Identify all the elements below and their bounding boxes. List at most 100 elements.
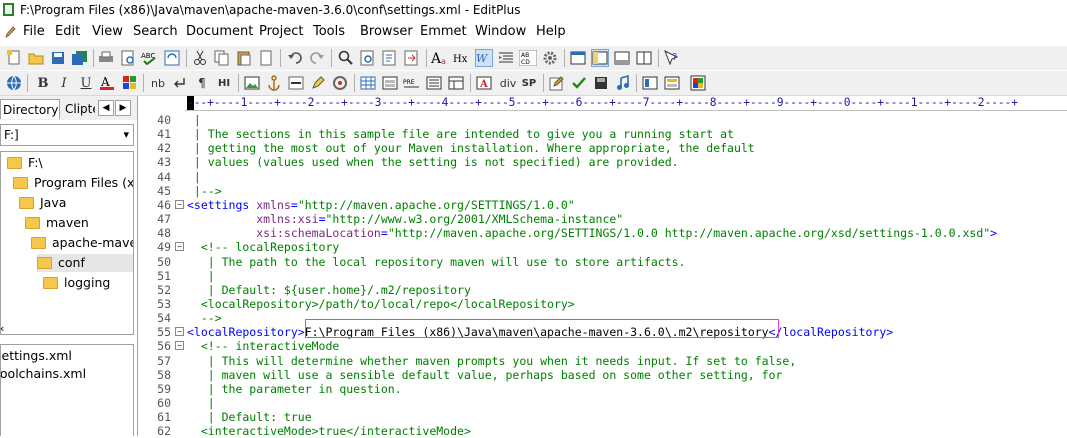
- folder-icon: [43, 277, 58, 289]
- code-line: 53 <localRepository>/path/to/local/repo<…: [137, 297, 1067, 311]
- toolbar-separator: [331, 49, 332, 67]
- tree-node[interactable]: conf: [37, 254, 133, 272]
- window-single-icon[interactable]: [569, 49, 587, 67]
- menu-browser[interactable]: Browser: [360, 24, 413, 39]
- drive-select[interactable]: F:] ▾: [0, 124, 134, 146]
- nbsp-button[interactable]: nb: [149, 74, 167, 92]
- grid-colors-icon[interactable]: [689, 74, 707, 92]
- tree-horizontal-scrollbar[interactable]: ‹: [0, 322, 134, 336]
- text-tag-icon[interactable]: A: [475, 74, 493, 92]
- edit-pencil-icon[interactable]: [548, 74, 566, 92]
- help-context-icon[interactable]: ?: [663, 49, 681, 67]
- case-convert-icon[interactable]: AB CD: [519, 49, 537, 67]
- font-color-icon[interactable]: A: [99, 74, 117, 92]
- fold-toggle-icon[interactable]: −: [175, 341, 184, 351]
- font-icon[interactable]: Aa: [431, 49, 449, 67]
- italic-button[interactable]: I: [55, 74, 73, 92]
- window-directory-icon[interactable]: [591, 49, 609, 67]
- menu-emmet[interactable]: Emmet: [420, 24, 467, 39]
- highlight-pen-icon[interactable]: [309, 74, 327, 92]
- delete-icon[interactable]: [257, 49, 275, 67]
- tab-scroll-right-icon[interactable]: ▶: [115, 100, 131, 116]
- tab-directory[interactable]: Directory: [0, 99, 60, 119]
- save-all-icon[interactable]: [71, 49, 89, 67]
- settings-gear-icon[interactable]: [541, 49, 559, 67]
- line-number: 44: [157, 169, 171, 184]
- browser-preview-icon[interactable]: [5, 74, 23, 92]
- font-size-icon[interactable]: Hx: [453, 49, 471, 67]
- scroll-left-icon[interactable]: ‹: [0, 322, 4, 335]
- color-palette-icon[interactable]: [121, 74, 139, 92]
- window-tile-icon[interactable]: [635, 49, 653, 67]
- file-list-item[interactable]: toolchains.xml: [1, 366, 86, 381]
- sync-icon[interactable]: [163, 49, 181, 67]
- tree-node[interactable]: Java: [19, 194, 133, 212]
- replace-icon[interactable]: [359, 49, 377, 67]
- code-text: <settings xmlns="http://maven.apache.org…: [187, 198, 575, 212]
- file-list-item[interactable]: settings.xml: [1, 348, 72, 363]
- fold-toggle-icon[interactable]: −: [175, 327, 184, 337]
- fold-toggle-icon[interactable]: −: [175, 242, 184, 252]
- menu-file[interactable]: File: [23, 24, 45, 39]
- div-button[interactable]: div: [497, 74, 519, 92]
- print-preview-icon[interactable]: [119, 49, 137, 67]
- check-icon[interactable]: [570, 74, 588, 92]
- tab-scroll-left-icon[interactable]: ◀: [98, 100, 114, 116]
- spell-check-icon[interactable]: ABC: [141, 49, 159, 67]
- menu-window[interactable]: Window: [475, 24, 526, 39]
- tree-node[interactable]: maven: [25, 214, 133, 232]
- hr-icon[interactable]: [287, 74, 305, 92]
- paste-icon[interactable]: [235, 49, 253, 67]
- tree-node[interactable]: F:\: [7, 154, 133, 172]
- window-output-icon[interactable]: [613, 49, 631, 67]
- save-template-icon[interactable]: [592, 74, 610, 92]
- menu-edit[interactable]: Edit: [55, 24, 80, 39]
- find-in-files-icon[interactable]: [381, 49, 399, 67]
- save-icon[interactable]: [49, 49, 67, 67]
- line-break-icon[interactable]: [171, 74, 189, 92]
- redo-icon[interactable]: [308, 49, 326, 67]
- tree-node[interactable]: apache-maven-3.6.0: [31, 234, 133, 252]
- preformatted-icon[interactable]: PRE: [403, 74, 421, 92]
- form-icon[interactable]: [381, 74, 399, 92]
- find-icon[interactable]: [337, 49, 355, 67]
- menu-help[interactable]: Help: [536, 24, 566, 39]
- heading-button[interactable]: HI: [215, 74, 233, 92]
- code-line: 61 | Default: true: [137, 410, 1067, 424]
- code-text: | The path to the local repository maven…: [187, 255, 686, 269]
- layout-icon[interactable]: [641, 74, 659, 92]
- underline-button[interactable]: U: [77, 74, 95, 92]
- tab-cliptext[interactable]: Cliptext: [62, 99, 95, 119]
- new-file-icon[interactable]: [5, 49, 23, 67]
- bold-button[interactable]: B: [34, 74, 52, 92]
- frame-icon[interactable]: [447, 74, 465, 92]
- cut-icon[interactable]: [191, 49, 209, 67]
- menu-view[interactable]: View: [92, 24, 123, 39]
- svg-text:?: ?: [672, 52, 677, 63]
- span-button[interactable]: SP: [520, 74, 538, 92]
- tree-node[interactable]: logging: [43, 274, 133, 292]
- open-folder-icon[interactable]: [27, 49, 45, 67]
- word-wrap-icon[interactable]: W: [475, 49, 493, 67]
- print-icon[interactable]: [97, 49, 115, 67]
- table-icon[interactable]: [359, 74, 377, 92]
- goto-icon[interactable]: [403, 49, 421, 67]
- copy-icon[interactable]: [213, 49, 231, 67]
- fold-toggle-icon[interactable]: −: [175, 199, 184, 209]
- menu-tools[interactable]: Tools: [313, 24, 345, 39]
- pencil-icon: [5, 26, 16, 38]
- image-icon[interactable]: [243, 74, 261, 92]
- music-note-icon[interactable]: [614, 74, 632, 92]
- menu-project[interactable]: Project: [259, 24, 303, 39]
- tree-node[interactable]: Program Files (x86): [13, 174, 133, 192]
- anchor-icon[interactable]: [265, 74, 283, 92]
- code-line: 40 |: [137, 113, 1067, 127]
- menu-search[interactable]: Search: [133, 24, 178, 39]
- layout-alt-icon[interactable]: [663, 74, 681, 92]
- paragraph-button[interactable]: ¶: [193, 74, 211, 92]
- menu-document[interactable]: Document: [186, 24, 253, 39]
- indent-icon[interactable]: [497, 49, 515, 67]
- list-icon[interactable]: [425, 74, 443, 92]
- undo-icon[interactable]: [286, 49, 304, 67]
- color-picker-icon[interactable]: [331, 74, 349, 92]
